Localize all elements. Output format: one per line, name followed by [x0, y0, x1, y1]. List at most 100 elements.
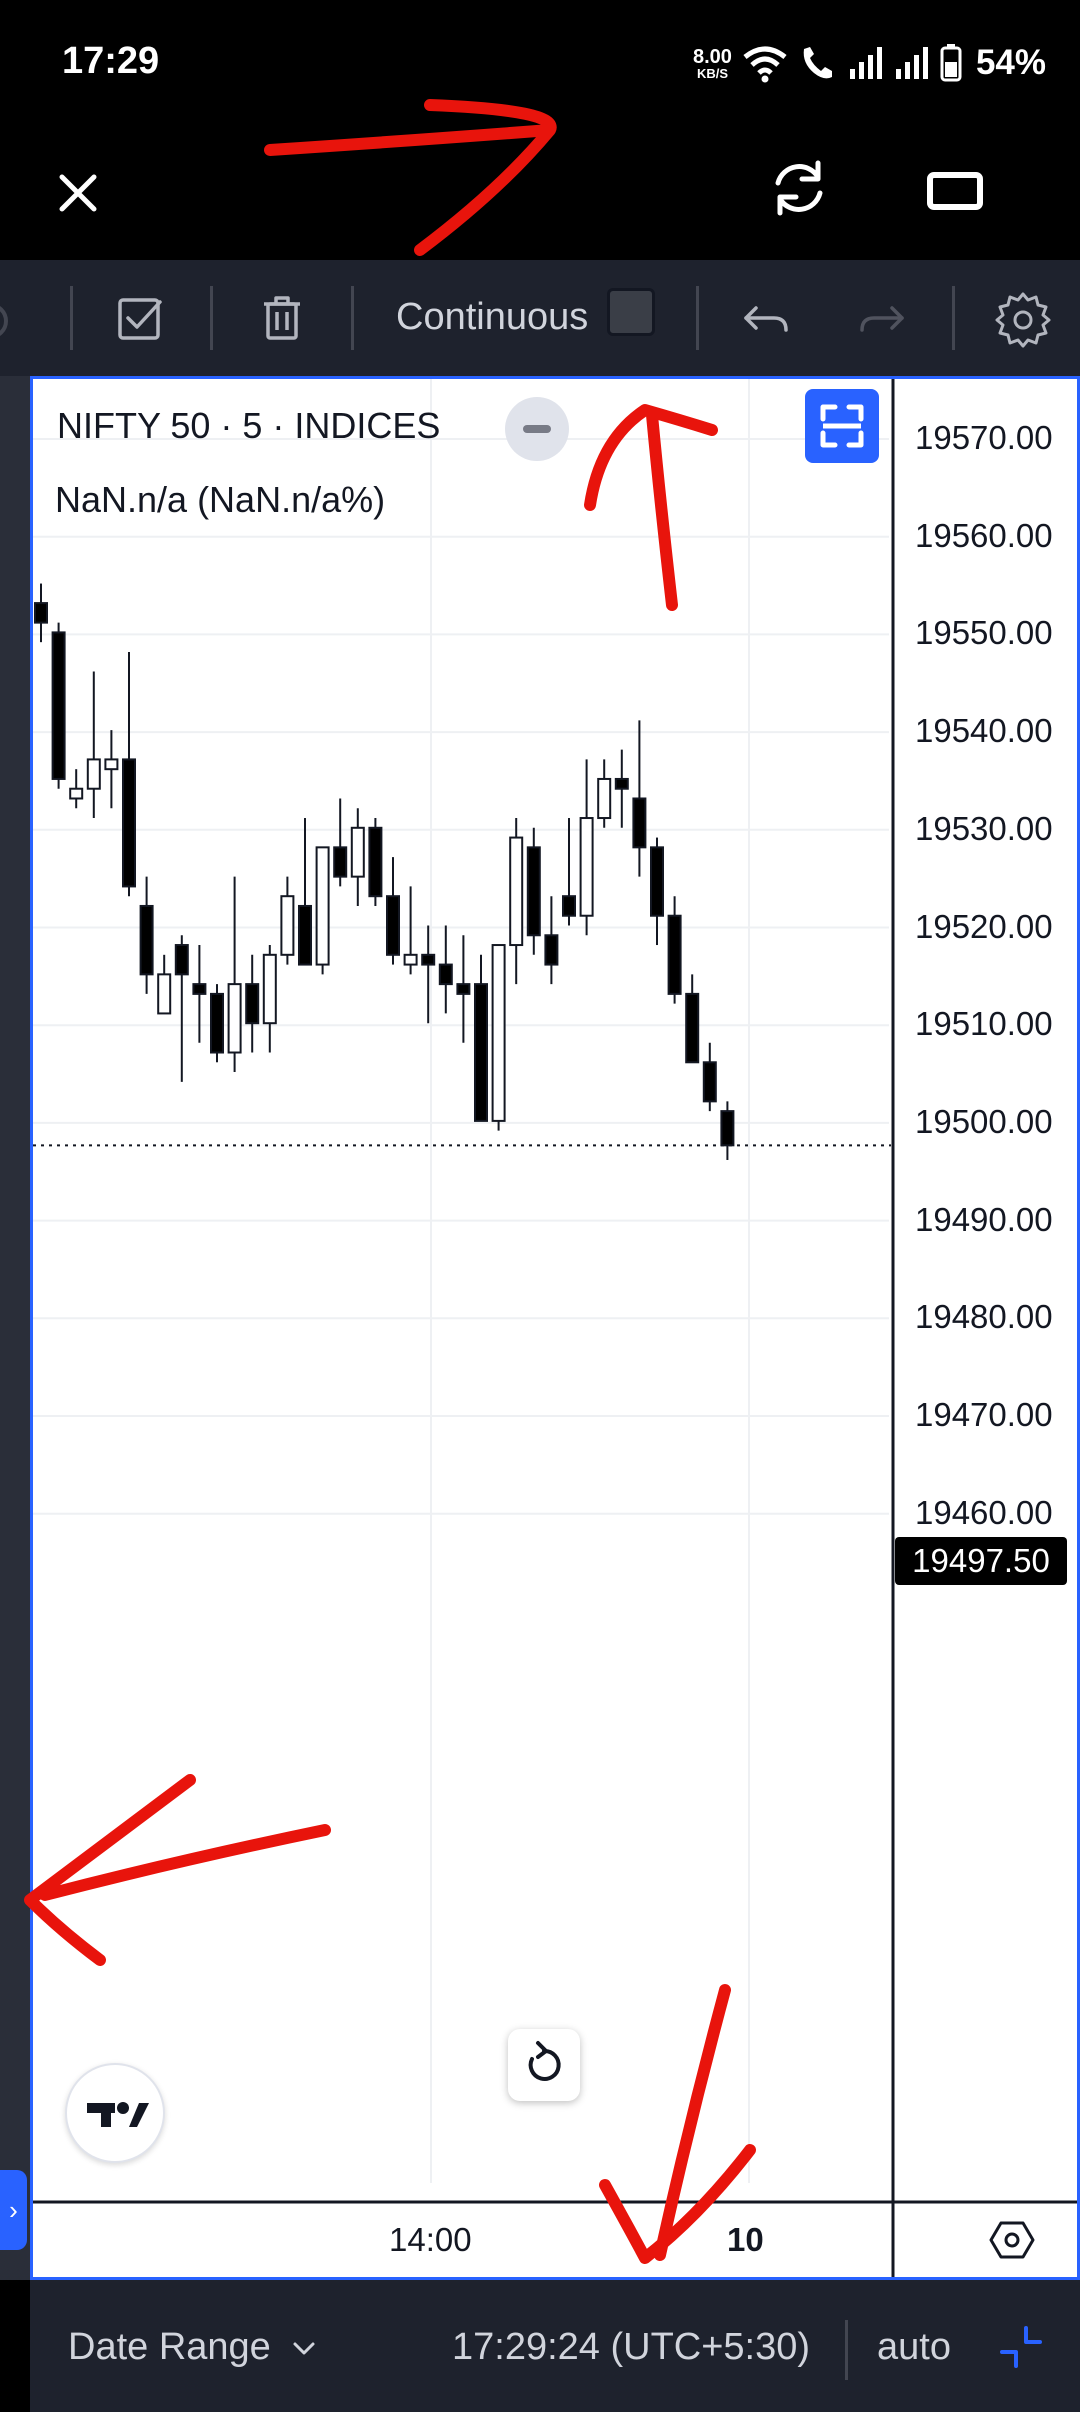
checkbox-icon[interactable]: [110, 288, 170, 348]
price-tick-label: 19470.00: [915, 1396, 1053, 1433]
candle: [122, 651, 136, 897]
candle: [491, 944, 506, 1131]
candle: [192, 945, 207, 1043]
candle-body-down: [34, 602, 48, 624]
drawing-mode-label[interactable]: Continuous: [396, 296, 588, 339]
candle-body-down: [438, 963, 453, 986]
candle: [262, 945, 277, 1053]
date-range-button[interactable]: Date Range: [68, 2326, 319, 2369]
candle: [386, 857, 400, 965]
candle: [650, 837, 664, 946]
candle-body-down: [667, 914, 682, 995]
status-time: 17:29: [62, 40, 160, 82]
candle-body-up: [157, 973, 172, 1015]
tradingview-logo[interactable]: [65, 2063, 165, 2163]
toolbar-separator: [210, 286, 213, 350]
left-sidebar-gutter: [0, 376, 30, 2308]
candle: [139, 876, 154, 994]
time-tick-label: 14:00: [389, 2221, 472, 2258]
candle-body-up: [491, 944, 506, 1122]
candle-body-down: [562, 895, 576, 917]
auto-scale-button[interactable]: auto: [877, 2326, 951, 2369]
candle-body-up: [597, 777, 612, 820]
candle-body-up: [350, 826, 365, 878]
candle: [720, 1101, 735, 1160]
last-price-tag: 19497.50: [895, 1537, 1067, 1585]
candle: [333, 798, 348, 887]
fullscreen-button[interactable]: [805, 389, 879, 463]
candle: [526, 827, 541, 955]
fullscreen-icon: [820, 404, 864, 448]
candle: [69, 769, 84, 809]
price-tick-label: 19570.00: [915, 419, 1053, 456]
candle: [34, 583, 48, 643]
candle-body-up: [579, 817, 594, 917]
status-bar: 17:29 8.00 KB/S 54%: [0, 0, 1080, 125]
price-tick-label: 19460.00: [915, 1493, 1053, 1531]
time-zone-clock[interactable]: 17:29:24 (UTC+5:30): [452, 2326, 810, 2369]
candle: [614, 749, 629, 828]
signal-1-icon: [849, 47, 882, 79]
candle: [562, 818, 576, 926]
price-tick-label: 19520.00: [915, 907, 1053, 945]
price-tick-label: 19490.00: [915, 1200, 1053, 1238]
price-tick-label: 19530.00: [915, 809, 1053, 847]
symbol-legend[interactable]: NIFTY 50 · 5 · INDICES: [57, 405, 440, 447]
candle-body-down: [210, 992, 224, 1054]
chevron-down-icon: [293, 2342, 315, 2355]
close-icon[interactable]: [50, 165, 106, 221]
candle: [597, 759, 612, 828]
candle-body-up: [104, 758, 119, 771]
candle: [174, 935, 189, 1082]
refresh-icon[interactable]: [764, 153, 834, 223]
signal-2-icon: [895, 47, 928, 79]
price-tick-label: 19480.00: [915, 1298, 1053, 1336]
grid-lines: [33, 379, 889, 2183]
date-range-label: Date Range: [68, 2326, 271, 2368]
candle: [579, 759, 594, 936]
candle: [403, 886, 418, 975]
candle-body-down: [421, 953, 436, 966]
color-swatch[interactable]: [607, 288, 655, 336]
candle: [368, 818, 383, 906]
price-tick-label: 19510.00: [915, 1005, 1053, 1043]
chart-area[interactable]: NIFTY 50 · 5 · INDICES NaN.n/a (NaN.n/a%…: [30, 376, 1080, 2280]
toolbar-separator: [696, 286, 699, 350]
candle-body-down: [614, 777, 629, 790]
candle: [298, 818, 312, 966]
candle: [245, 954, 260, 1053]
candle-body-down: [298, 904, 312, 966]
network-speed: 8.00 KB/S: [693, 47, 732, 80]
candle-body-up: [86, 758, 101, 790]
undo-icon[interactable]: [736, 288, 796, 348]
redo-icon[interactable]: [852, 288, 912, 348]
candle: [509, 818, 524, 985]
trash-icon[interactable]: [252, 288, 312, 348]
battery-percentage: 54%: [975, 43, 1046, 82]
legend-collapse-button[interactable]: [505, 397, 569, 461]
settings-gear-icon[interactable]: [993, 288, 1053, 348]
candle-body-down: [474, 983, 488, 1122]
price-tick-label: 19540.00: [915, 712, 1053, 750]
time-tick-label: 10: [727, 2221, 764, 2258]
toolbar-partial-icon[interactable]: [0, 298, 26, 344]
price-tick-label: 19550.00: [915, 614, 1053, 652]
axis-settings-icon[interactable]: [987, 2215, 1037, 2265]
collapse-icon[interactable]: [996, 2322, 1046, 2372]
candle: [667, 896, 682, 1004]
candle-body-down: [720, 1110, 735, 1147]
drawing-toolbar: Continuous: [0, 260, 1080, 376]
candle: [280, 876, 295, 965]
call-icon: [803, 47, 832, 79]
app-top-bar: [0, 125, 1080, 260]
candle: [315, 846, 330, 975]
candle-body-down: [174, 944, 189, 976]
sidebar-expand-handle[interactable]: ›: [0, 2170, 27, 2250]
window-mode-icon[interactable]: [920, 163, 990, 219]
candle: [544, 896, 559, 985]
candle-body-down: [650, 846, 664, 917]
reset-chart-button[interactable]: [508, 2029, 580, 2101]
candle-body-down: [368, 826, 383, 898]
bottom-separator: [845, 2320, 848, 2380]
candle-body-down: [245, 983, 260, 1025]
